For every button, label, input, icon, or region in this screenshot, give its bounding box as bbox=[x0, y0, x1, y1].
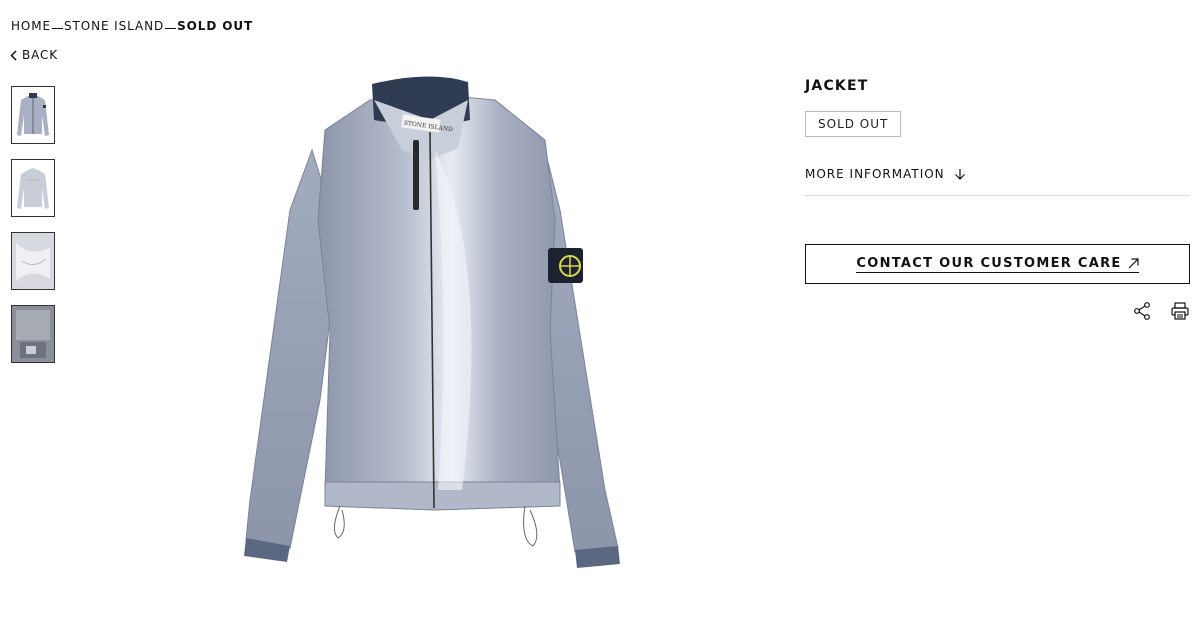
compass-badge-icon bbox=[548, 248, 583, 283]
jacket-lining-thumbnail-image bbox=[12, 306, 54, 362]
jacket-back-thumbnail-image bbox=[17, 168, 49, 209]
more-information-toggle[interactable]: MORE INFORMATION bbox=[805, 167, 1190, 196]
contact-customer-care-button[interactable]: CONTACT OUR CUSTOMER CARE bbox=[805, 244, 1190, 284]
jacket-detail-thumbnail-image bbox=[12, 233, 54, 289]
thumbnail-lining[interactable] bbox=[11, 305, 55, 363]
sold-out-badge: SOLD OUT bbox=[805, 111, 902, 137]
thumbnail-back[interactable] bbox=[11, 159, 55, 217]
share-icon[interactable] bbox=[1132, 301, 1152, 321]
thumbnail-front[interactable] bbox=[11, 86, 55, 144]
product-page: HOME STONE ISLAND SOLD OUT BACK STONE IS… bbox=[0, 0, 1200, 618]
breadcrumb-current: SOLD OUT bbox=[177, 19, 254, 33]
back-label: BACK bbox=[22, 48, 59, 62]
breadcrumb: HOME STONE ISLAND SOLD OUT bbox=[11, 19, 253, 33]
main-product-image[interactable]: STONE ISLAND bbox=[230, 70, 630, 575]
chevron-left-icon bbox=[10, 49, 17, 61]
product-info-panel: JACKET SOLD OUT MORE INFORMATION CONTACT… bbox=[805, 78, 1190, 321]
product-title: JACKET bbox=[805, 78, 869, 94]
breadcrumb-home[interactable]: HOME bbox=[11, 19, 51, 33]
breadcrumb-stone-island[interactable]: STONE ISLAND bbox=[64, 19, 164, 33]
cta-label: CONTACT OUR CUSTOMER CARE bbox=[856, 255, 1122, 271]
cta-content: CONTACT OUR CUSTOMER CARE bbox=[856, 255, 1139, 273]
breadcrumb-separator bbox=[52, 28, 64, 29]
breadcrumb-separator bbox=[165, 28, 177, 29]
print-icon[interactable] bbox=[1170, 301, 1190, 321]
jacket-front-thumbnail-image bbox=[17, 93, 49, 136]
product-actions bbox=[805, 301, 1190, 321]
arrow-down-icon bbox=[954, 169, 965, 180]
more-information-label: MORE INFORMATION bbox=[805, 167, 945, 181]
thumbnail-detail[interactable] bbox=[11, 232, 55, 290]
back-link[interactable]: BACK bbox=[10, 48, 58, 62]
jacket-image: STONE ISLAND bbox=[244, 76, 620, 568]
arrow-up-right-icon bbox=[1128, 257, 1139, 268]
thumbnail-list bbox=[11, 86, 55, 378]
